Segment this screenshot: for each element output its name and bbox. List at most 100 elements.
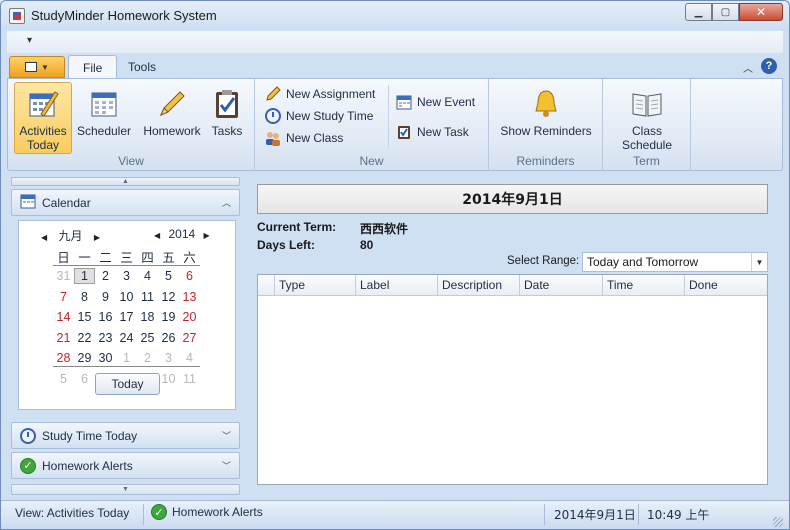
calendar-day[interactable]: 15 [74,310,95,324]
select-range-dropdown[interactable]: Today and Tomorrow ▼ [582,252,768,272]
next-month-icon[interactable]: ▶ [94,233,100,242]
document-icon [25,62,38,72]
today-button[interactable]: Today [95,373,160,395]
chevron-down-icon[interactable]: ﹀ [222,459,231,472]
chevron-down-icon[interactable]: ▼ [751,253,767,271]
prev-year-icon[interactable]: ◀ [154,231,160,240]
select-range-label: Select Range: [507,255,580,267]
minimize-button[interactable]: ▁ [685,3,712,21]
help-icon[interactable]: ? [761,58,777,74]
calendar-day[interactable]: 4 [179,351,200,365]
column-header-type[interactable]: Type [274,275,355,296]
study-time-today-header[interactable]: Study Time Today ﹀ [11,422,240,449]
homework-button[interactable]: Homework [139,82,205,154]
column-header-label[interactable]: Label [355,275,437,296]
calendar-day[interactable]: 31 [53,269,74,283]
ribbon-group-reminders: Show Reminders Reminders [489,79,603,170]
tasks-button[interactable]: Tasks [204,82,250,154]
calendar-day[interactable]: 12 [158,290,179,304]
close-button[interactable]: ✕ [739,3,783,21]
calendar-day[interactable]: 6 [179,269,200,283]
calendar-day[interactable]: 10 [158,372,179,386]
homework-alerts-label: Homework Alerts [42,458,133,473]
book-icon [631,88,663,120]
resize-grip[interactable] [773,517,783,527]
calendar-day[interactable]: 24 [116,331,137,345]
scheduler-button[interactable]: Scheduler [75,82,133,154]
column-header-done[interactable]: Done [684,275,766,296]
calendar-day[interactable]: 2 [137,351,158,365]
calendar-day[interactable]: 20 [179,310,200,324]
calendar-day[interactable]: 28 [53,351,74,365]
activities-grid[interactable]: Type Label Description Date Time Done [257,274,768,485]
collapse-ribbon-icon[interactable]: ︿ [743,60,753,75]
activities-today-label: Activities Today [19,124,67,152]
calendar-day[interactable]: 22 [74,331,95,345]
app-icon[interactable] [9,8,25,24]
new-event-button[interactable]: New Event [396,92,475,112]
calendar-day[interactable]: 9 [95,290,116,304]
show-reminders-button[interactable]: Show Reminders [495,82,597,154]
homework-alerts-header[interactable]: ✓ Homework Alerts ﹀ [11,452,240,479]
calendar-day[interactable]: 7 [53,290,74,304]
calendar-day[interactable]: 2 [95,269,116,283]
calendar-day[interactable]: 5 [53,372,74,386]
new-assignment-button[interactable]: New Assignment [265,84,375,104]
calendar-day[interactable]: 17 [116,310,137,324]
calendar-header[interactable]: Calendar ︿ [11,189,240,216]
tab-file[interactable]: File [68,55,118,79]
month-label[interactable]: 九月 [59,229,83,243]
calendar-day[interactable]: 25 [137,331,158,345]
row-header-corner [258,275,274,296]
calendar-day[interactable]: 11 [137,290,158,304]
group-label-reminders: Reminders [516,154,575,168]
calendar-day[interactable]: 13 [179,290,200,304]
calendar-day[interactable]: 16 [95,310,116,324]
prev-month-icon[interactable]: ◀ [41,233,47,242]
class-schedule-button[interactable]: Class Schedule [617,82,677,154]
new-study-time-button[interactable]: New Study Time [265,106,373,126]
chevron-down-icon[interactable]: ﹀ [222,429,231,442]
chevron-up-icon[interactable]: ︿ [222,196,231,209]
column-header-date[interactable]: Date [519,275,602,296]
maximize-button[interactable]: ▢ [712,3,739,21]
new-class-button[interactable]: New Class [265,128,343,148]
column-header-description[interactable]: Description [437,275,519,296]
calendar-day[interactable]: 14 [53,310,74,324]
calendar-day[interactable]: 19 [158,310,179,324]
qat-customize-icon[interactable]: ▾ [27,35,32,46]
calendar-day-selected[interactable]: 1 [74,268,95,285]
calendar-day[interactable]: 8 [74,290,95,304]
application-menu-button[interactable]: ▼ [9,56,65,78]
calendar-day[interactable]: 3 [116,269,137,283]
calendar-day[interactable]: 5 [158,269,179,283]
status-time: 10:49 上午 [647,508,710,522]
class-people-icon [265,130,281,146]
calendar-day[interactable]: 18 [137,310,158,324]
nav-splitter-bottom[interactable]: ▼ [11,484,240,495]
calendar-day[interactable]: 21 [53,331,74,345]
tab-tools[interactable]: Tools [114,55,170,79]
calendar-day[interactable]: 26 [158,331,179,345]
calendar-day[interactable]: 11 [179,372,200,386]
calendar-day[interactable]: 6 [74,372,95,386]
status-alerts[interactable]: ✓ Homework Alerts [151,504,263,520]
year-label[interactable]: 2014 [169,227,196,241]
activities-today-button[interactable]: Activities Today [14,82,72,154]
next-year-icon[interactable]: ▶ [204,231,210,240]
calendar-day[interactable]: 27 [179,331,200,345]
weekday-label: 六 [183,250,196,265]
calendar-day[interactable]: 4 [137,269,158,283]
calendar-day[interactable]: 3 [158,351,179,365]
calendar-day[interactable]: 23 [95,331,116,345]
status-alerts-label: Homework Alerts [172,505,263,519]
calendar-day[interactable]: 10 [116,290,137,304]
calendar-day[interactable]: 30 [95,351,116,365]
clock-icon [20,427,36,444]
new-event-label: New Event [417,95,476,109]
calendar-day[interactable]: 1 [116,351,137,365]
calendar-day[interactable]: 29 [74,351,95,365]
new-task-button[interactable]: New Task [396,122,469,142]
nav-splitter-top[interactable]: ▲ [11,177,240,186]
column-header-time[interactable]: Time [602,275,684,296]
